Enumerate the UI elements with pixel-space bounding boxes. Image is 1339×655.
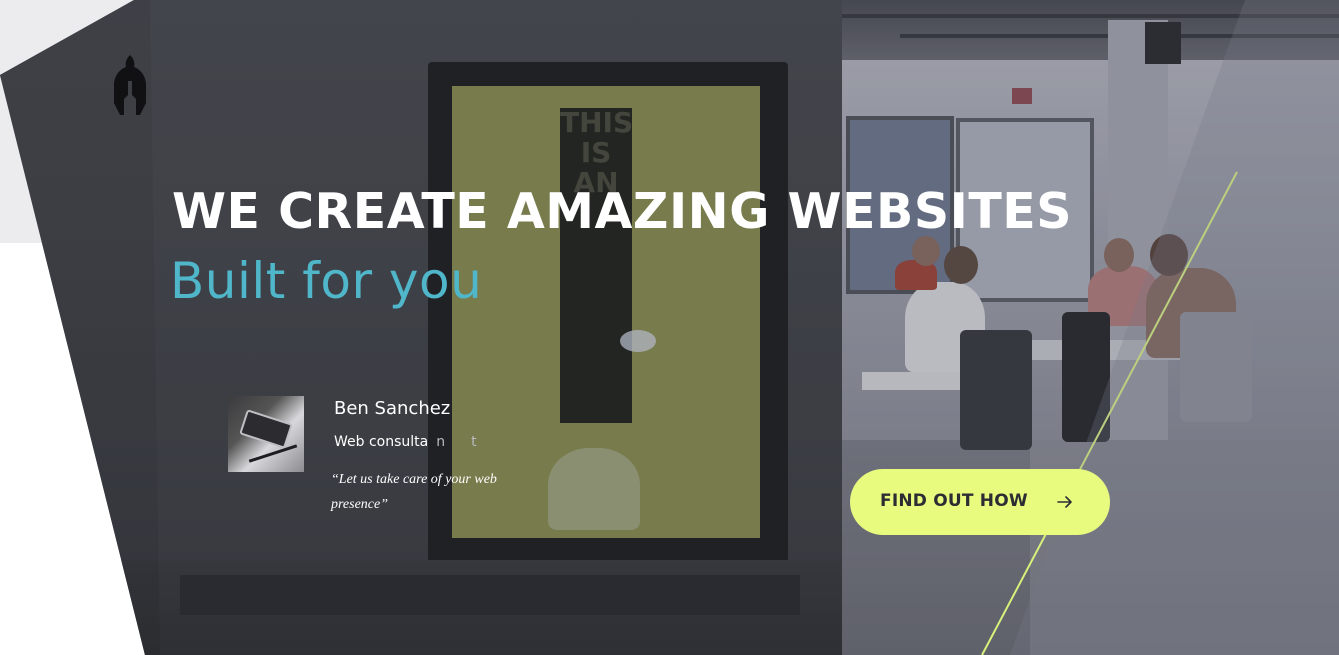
hero-tint bbox=[0, 0, 1339, 655]
spartan-helmet-icon[interactable] bbox=[112, 55, 148, 119]
hero-headline: WE CREATE AMAZING WEBSITES bbox=[172, 183, 1073, 240]
find-out-how-label: FIND OUT HOW bbox=[880, 491, 1028, 511]
author-role: Web consulta n t bbox=[334, 434, 477, 450]
tablet-image bbox=[239, 409, 293, 449]
author-role-faint-n: n bbox=[436, 434, 446, 450]
author-role-main: Web consulta bbox=[334, 434, 429, 450]
author-name: Ben Sanchez bbox=[334, 398, 451, 419]
author-quote: “Let us take care of your web presence” bbox=[331, 472, 497, 512]
hero-section: THIS IS AN bbox=[0, 0, 1339, 655]
find-out-how-button[interactable]: FIND OUT HOW bbox=[850, 469, 1110, 535]
author-avatar bbox=[228, 396, 304, 472]
author-role-faint-t: t bbox=[471, 434, 477, 450]
hero-subheadline: Built for you bbox=[170, 252, 483, 310]
arrow-right-icon bbox=[1057, 496, 1072, 508]
pen-image bbox=[248, 444, 298, 463]
